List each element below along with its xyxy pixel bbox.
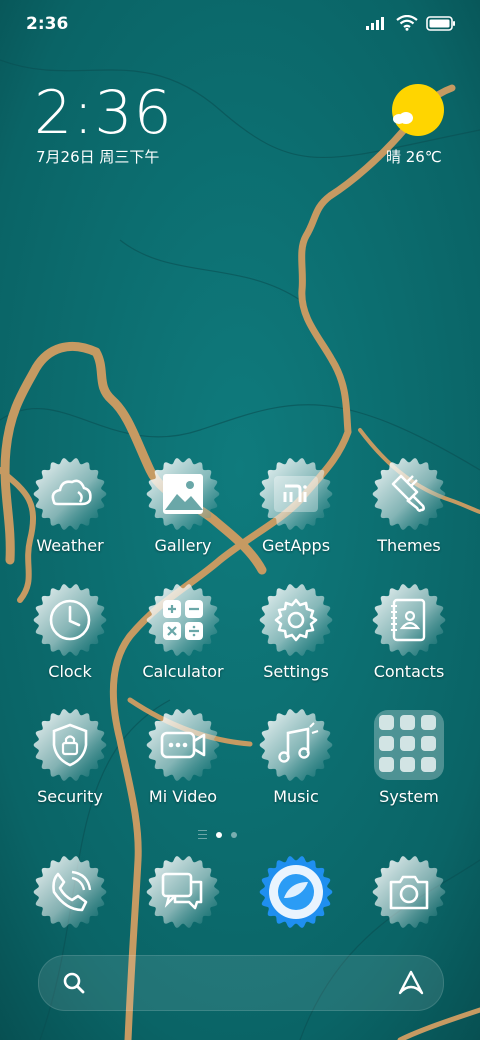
browser-icon: [278, 874, 314, 910]
cloud-icon: [393, 112, 413, 124]
assistant-icon[interactable]: [397, 969, 425, 997]
phone-icon: [52, 870, 92, 912]
app-label: Music: [273, 787, 319, 806]
system-folder-icon: [374, 710, 444, 780]
page-indicator[interactable]: [198, 830, 237, 839]
app-label: Gallery: [154, 536, 212, 555]
dock-browser[interactable]: [258, 854, 334, 930]
sun-icon: [392, 84, 444, 136]
app-contacts[interactable]: Contacts: [353, 582, 465, 681]
contacts-icon: [391, 598, 426, 642]
calculator-icon: [163, 600, 203, 640]
clock-icon: [49, 599, 91, 641]
app-label: Clock: [48, 662, 92, 681]
video-icon: [160, 731, 206, 759]
app-getapps[interactable]: GetApps: [240, 456, 352, 555]
app-label: Security: [37, 787, 103, 806]
clock-widget-time[interactable]: 2:36: [34, 78, 173, 148]
messages-icon: [161, 872, 203, 910]
weather-icon: [51, 479, 92, 506]
camera-icon: [389, 875, 429, 910]
gallery-icon: [163, 474, 203, 514]
search-icon[interactable]: [61, 970, 87, 996]
security-shield-icon: [52, 723, 88, 767]
wifi-icon: [396, 15, 418, 31]
app-clock[interactable]: Clock: [14, 582, 126, 681]
app-label: Weather: [36, 536, 104, 555]
app-gallery[interactable]: Gallery: [127, 456, 239, 555]
app-calculator[interactable]: Calculator: [127, 582, 239, 681]
search-bar[interactable]: [38, 955, 444, 1011]
app-security[interactable]: Security: [14, 707, 126, 806]
status-bar: 2:36: [0, 0, 480, 50]
clock-widget-date[interactable]: 7月26日 周三下午: [36, 146, 159, 167]
app-label: Contacts: [373, 662, 445, 681]
dock-camera[interactable]: [371, 854, 447, 930]
status-time: 2:36: [26, 14, 69, 34]
app-label: Calculator: [142, 662, 224, 681]
app-settings[interactable]: Settings: [240, 582, 352, 681]
app-mi-video[interactable]: Mi Video: [127, 707, 239, 806]
music-icon: [278, 722, 319, 763]
page-dot-1: [216, 831, 222, 838]
app-system[interactable]: System: [353, 707, 465, 806]
battery-icon: [426, 15, 455, 31]
settings-gear-icon: [274, 598, 318, 642]
app-label: Settings: [263, 662, 329, 681]
getapps-icon: [274, 476, 318, 512]
app-weather[interactable]: Weather: [14, 456, 126, 555]
weather-temperature: 晴 26℃: [386, 148, 442, 166]
app-label: System: [379, 787, 439, 806]
signal-icon: [366, 17, 384, 30]
page-dot-2: [231, 831, 237, 838]
status-icons: [366, 15, 456, 31]
dock-messages[interactable]: [145, 854, 221, 930]
app-themes[interactable]: Themes: [353, 456, 465, 555]
dock-phone[interactable]: [32, 854, 108, 930]
weather-widget[interactable]: 晴 26℃: [386, 84, 448, 170]
app-label: Themes: [377, 536, 441, 555]
app-label: Mi Video: [148, 787, 218, 806]
app-label: GetApps: [261, 536, 331, 555]
themes-icon: [391, 474, 425, 512]
app-drawer-indicator-icon: [198, 830, 207, 839]
app-music[interactable]: Music: [240, 707, 352, 806]
